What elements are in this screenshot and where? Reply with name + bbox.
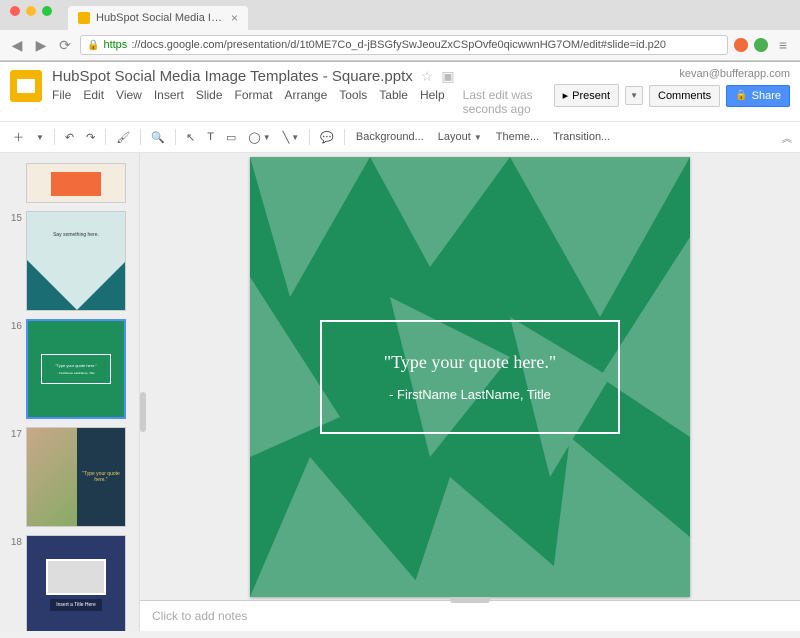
canvas-scroll[interactable]: "Type your quote here." - FirstName Last…	[140, 153, 800, 600]
nav-reload-icon[interactable]: ⟳	[56, 37, 74, 54]
slide-thumb-selected[interactable]: 16 "Type your quote here." - FirstName L…	[0, 315, 139, 423]
url-scheme: https	[103, 39, 127, 51]
last-edit-text: Last edit was seconds ago	[463, 88, 544, 116]
app-header: HubSpot Social Media Image Templates - S…	[0, 62, 800, 122]
play-icon: ▸	[563, 89, 569, 102]
lock-icon: 🔒	[735, 90, 747, 101]
comment-tool[interactable]: 💬	[315, 128, 339, 147]
thumb-text: Insert a Title Here	[50, 599, 101, 611]
menu-table[interactable]: Table	[379, 88, 408, 116]
favicon-icon	[78, 12, 90, 24]
thumb-subtext: - FirstName LastName, Title	[48, 371, 104, 375]
nav-back-icon[interactable]: ◀	[8, 37, 26, 54]
slide-thumb[interactable]: 18 Insert a Title Here	[0, 531, 139, 631]
thumb-number: 15	[8, 211, 22, 224]
nav-forward-icon[interactable]: ▶	[32, 37, 50, 54]
slide-canvas[interactable]: "Type your quote here." - FirstName Last…	[250, 157, 690, 597]
menu-edit[interactable]: Edit	[83, 88, 104, 116]
user-email[interactable]: kevan@bufferapp.com	[554, 68, 790, 80]
doc-title[interactable]: HubSpot Social Media Image Templates - S…	[52, 68, 413, 85]
paint-format-button[interactable]: 🖌	[111, 128, 135, 147]
window-close[interactable]	[10, 6, 20, 16]
slide-panel[interactable]: 15 Say something here. 16 "Type your quo…	[0, 153, 140, 631]
new-slide-dropdown[interactable]: ▼	[31, 130, 49, 145]
tab-title: HubSpot Social Media Ima…	[96, 12, 225, 24]
comments-label: Comments	[658, 90, 711, 102]
menu-bar: File Edit View Insert Slide Format Arran…	[52, 88, 544, 121]
select-tool[interactable]: ↖	[181, 128, 200, 147]
thumb-number	[8, 163, 22, 165]
quote-attribution[interactable]: - FirstName LastName, Title	[348, 387, 592, 402]
quote-textbox[interactable]: "Type your quote here." - FirstName Last…	[320, 320, 620, 434]
chevron-down-icon: ▼	[630, 91, 638, 100]
new-slide-button[interactable]: ＋	[8, 126, 29, 148]
menu-arrange[interactable]: Arrange	[285, 88, 328, 116]
present-button[interactable]: ▸ Present	[554, 84, 619, 107]
menu-icon[interactable]: ≡	[774, 37, 792, 53]
url-input[interactable]: 🔒 https ://docs.google.com/presentation/d…	[80, 35, 728, 55]
window-minimize[interactable]	[26, 6, 36, 16]
main-area: 15 Say something here. 16 "Type your quo…	[0, 153, 800, 631]
window-maximize[interactable]	[42, 6, 52, 16]
extension-icon[interactable]	[754, 38, 768, 52]
collapse-toolbar-icon[interactable]: ︽	[782, 130, 792, 145]
image-tool[interactable]: ▭	[221, 128, 241, 147]
tab-bar: HubSpot Social Media Ima… ×	[0, 6, 800, 30]
layout-label: Layout	[438, 131, 471, 143]
background-button[interactable]: Background...	[350, 128, 430, 146]
shape-tool[interactable]: ◯▼	[243, 128, 275, 147]
menu-format[interactable]: Format	[235, 88, 273, 116]
menu-file[interactable]: File	[52, 88, 71, 116]
undo-button[interactable]: ↶	[60, 128, 79, 147]
menu-help[interactable]: Help	[420, 88, 445, 116]
url-rest: ://docs.google.com/presentation/d/1t0ME7…	[131, 39, 666, 51]
folder-icon[interactable]: ▣	[441, 68, 454, 85]
notes-resizer[interactable]	[450, 597, 490, 603]
menu-slide[interactable]: Slide	[196, 88, 223, 116]
line-tool[interactable]: ╲▼	[278, 128, 305, 147]
zoom-button[interactable]: 🔍	[146, 128, 170, 147]
browser-chrome: HubSpot Social Media Ima… × ◀ ▶ ⟳ 🔒 http…	[0, 0, 800, 62]
comments-button[interactable]: Comments	[649, 85, 720, 107]
speaker-notes[interactable]: Click to add notes	[140, 600, 800, 631]
thumb-text: "Type your quote here."	[77, 428, 125, 526]
share-button[interactable]: 🔒 Share	[726, 85, 790, 107]
slide-thumb[interactable]	[0, 159, 139, 207]
layout-button[interactable]: Layout ▼	[432, 128, 488, 146]
slides-app: HubSpot Social Media Image Templates - S…	[0, 62, 800, 631]
header-right-block: kevan@bufferapp.com ▸ Present ▼ Comments…	[554, 68, 790, 107]
tab-close-icon[interactable]: ×	[231, 11, 238, 25]
star-icon[interactable]: ☆	[421, 68, 434, 85]
theme-button[interactable]: Theme...	[490, 128, 545, 146]
slide-thumb[interactable]: 17 "Type your quote here."	[0, 423, 139, 531]
slides-logo-icon[interactable]	[10, 70, 42, 102]
menu-insert[interactable]: Insert	[154, 88, 184, 116]
thumb-number: 17	[8, 427, 22, 440]
panel-resizer[interactable]	[140, 392, 146, 432]
textbox-tool[interactable]: T	[202, 128, 219, 146]
slide-thumb[interactable]: 15 Say something here.	[0, 207, 139, 315]
quote-text[interactable]: "Type your quote here."	[348, 352, 592, 373]
thumb-text: "Type your quote here."	[48, 363, 104, 368]
address-bar: ◀ ▶ ⟳ 🔒 https ://docs.google.com/presenta…	[0, 30, 800, 61]
menu-tools[interactable]: Tools	[339, 88, 367, 116]
thumb-number: 16	[8, 319, 22, 332]
share-label: Share	[752, 90, 781, 102]
transition-button[interactable]: Transition...	[547, 128, 616, 146]
thumb-text: Say something here.	[27, 232, 125, 238]
menu-view[interactable]: View	[116, 88, 142, 116]
present-dropdown[interactable]: ▼	[625, 86, 643, 105]
browser-tab[interactable]: HubSpot Social Media Ima… ×	[68, 6, 248, 30]
canvas-area: "Type your quote here." - FirstName Last…	[140, 153, 800, 631]
thumb-number: 18	[8, 535, 22, 548]
present-label: Present	[572, 90, 610, 102]
extension-icon[interactable]	[734, 38, 748, 52]
redo-button[interactable]: ↷	[81, 128, 100, 147]
toolbar: ＋ ▼ ↶ ↷ 🖌 🔍 ↖ T ▭ ◯▼ ╲▼ 💬 Background... …	[0, 122, 800, 153]
lock-icon: 🔒	[87, 40, 99, 51]
notes-placeholder: Click to add notes	[152, 609, 247, 623]
